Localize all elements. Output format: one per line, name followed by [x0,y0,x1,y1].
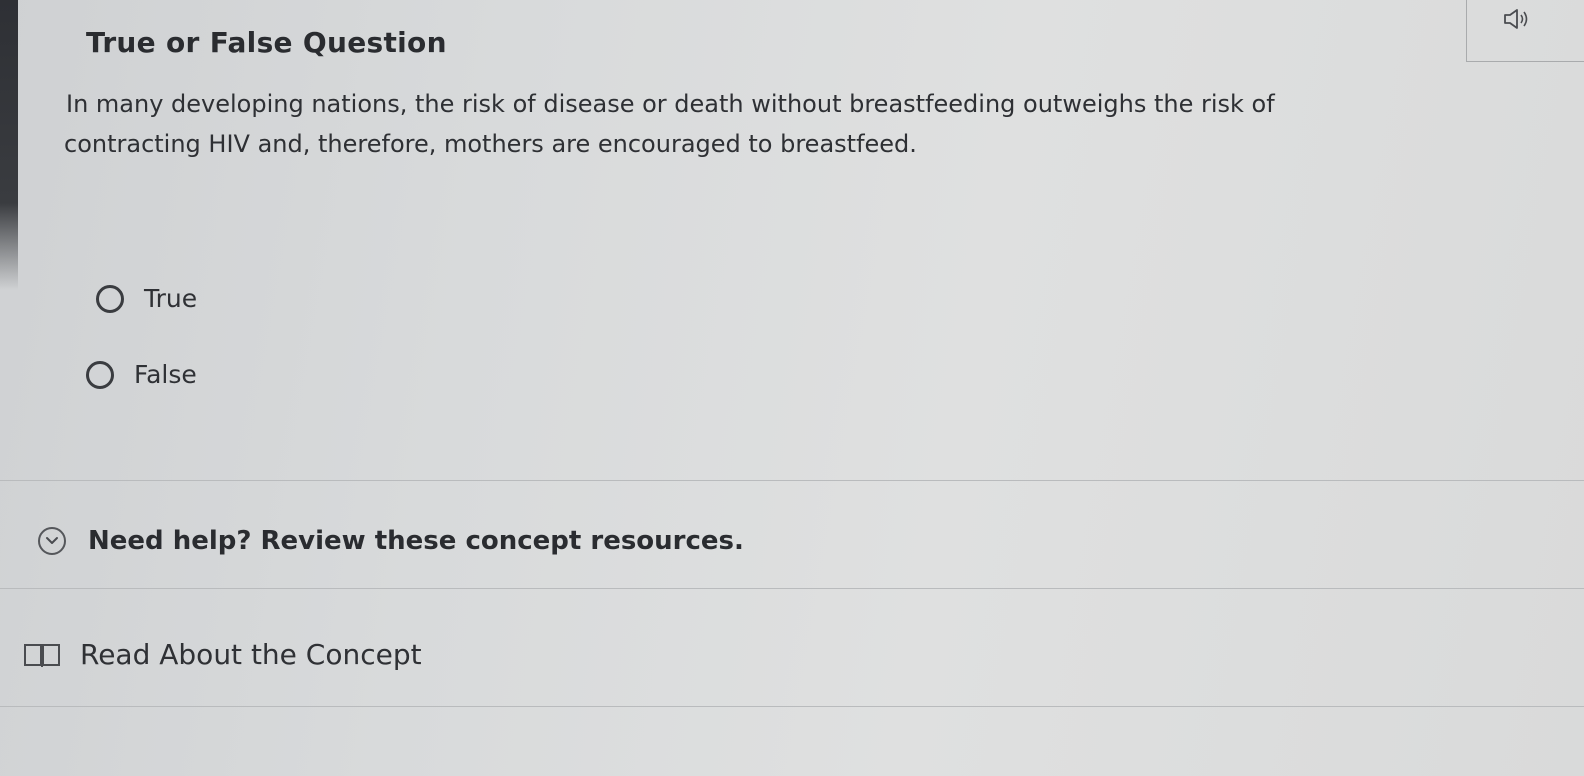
option-true[interactable]: True [96,284,197,313]
question-text-line-1: In many developing nations, the risk of … [66,90,1275,118]
concept-resources-toggle[interactable]: Need help? Review these concept resource… [38,526,744,556]
option-false-label: False [134,360,197,389]
divider [0,480,1584,481]
question-text: In many developing nations, the risk of … [64,84,1464,164]
concept-resources-label: Need help? Review these concept resource… [88,526,744,556]
audio-button-area[interactable] [1466,0,1584,62]
option-true-label: True [144,284,198,313]
radio-button-false[interactable] [86,360,114,389]
left-edge-panel [0,0,18,290]
question-type-title: True or False Question [86,26,447,59]
radio-button-true[interactable] [96,284,124,313]
divider [0,706,1584,707]
chevron-down-icon[interactable] [38,527,66,555]
divider [0,588,1584,589]
question-text-line-2: contracting HIV and, therefore, mothers … [64,130,917,158]
read-about-concept-label: Read About the Concept [80,638,422,671]
read-about-concept-link[interactable]: Read About the Concept [22,638,422,671]
option-false[interactable]: False [86,360,197,389]
book-icon [22,641,62,669]
speaker-icon[interactable] [1503,8,1531,30]
